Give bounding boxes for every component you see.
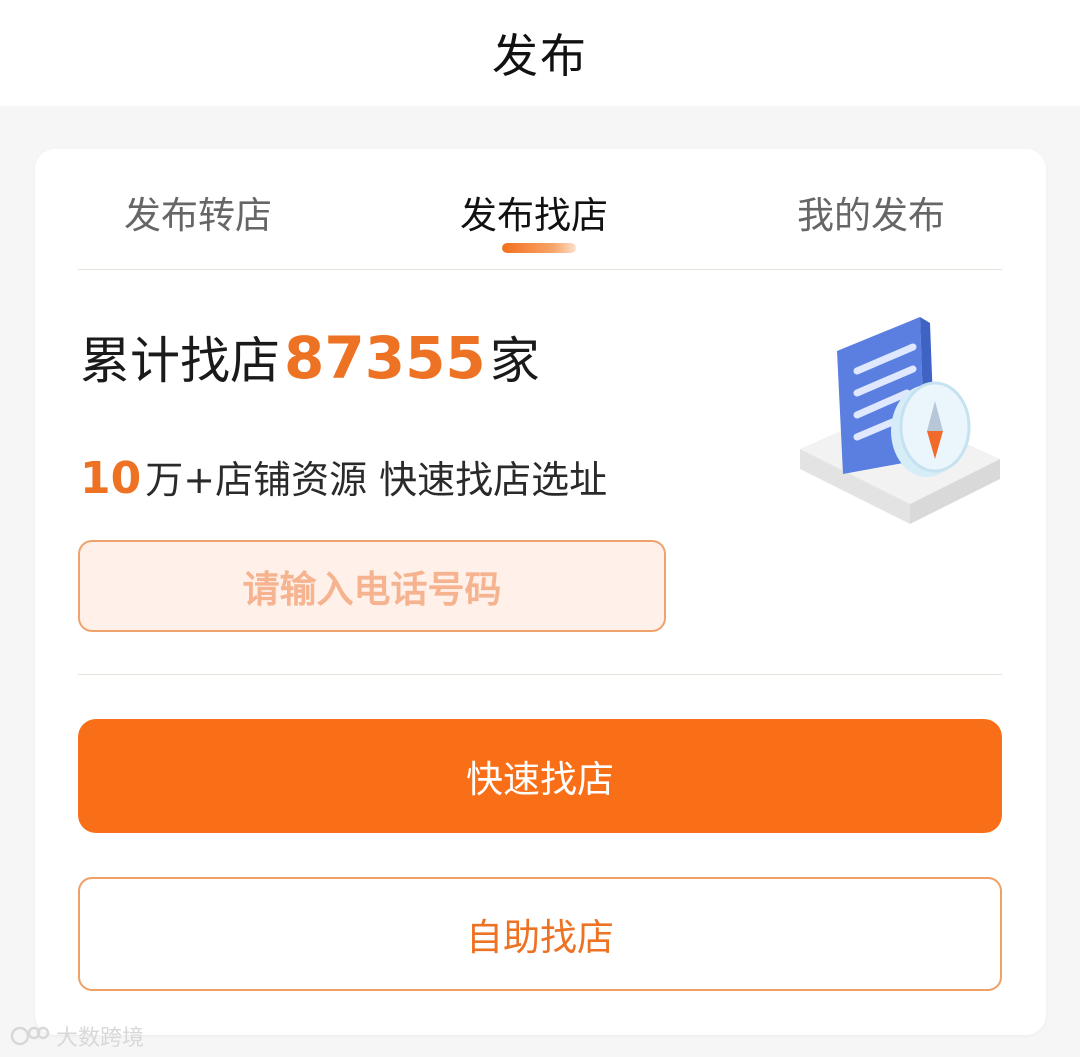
watermark: 大数跨境: [10, 1020, 144, 1052]
stats-suffix: 家: [489, 332, 540, 390]
stats-headline: 累计找店 87355 家: [80, 321, 540, 393]
document-compass-icon: [795, 309, 1005, 529]
tab-find-shop[interactable]: 发布找店: [460, 185, 608, 239]
phone-input[interactable]: 请输入电话号码: [78, 540, 666, 632]
stats-prefix: 累计找店: [80, 332, 280, 390]
tagline: 10 万+店铺资源 快速找店选址: [80, 449, 607, 504]
tagline-number: 10: [80, 453, 142, 504]
tab-transfer-shop[interactable]: 发布转店: [124, 185, 272, 239]
self-find-button[interactable]: 自助找店: [78, 877, 1002, 991]
tab-bar: 发布转店 发布找店 我的发布: [78, 149, 1002, 270]
watermark-logo-icon: [10, 1026, 50, 1046]
tab-my-posts[interactable]: 我的发布: [797, 185, 945, 239]
section-divider: [78, 674, 1002, 675]
stats-count: 87355: [284, 324, 486, 392]
watermark-text: 大数跨境: [56, 1026, 145, 1051]
page-title: 发布: [492, 29, 588, 83]
quick-find-button[interactable]: 快速找店: [78, 719, 1002, 833]
publish-card: 发布转店 发布找店 我的发布 累计找店 87355 家 10 万+店铺资源 快速…: [35, 149, 1046, 1035]
top-bar: 发布: [0, 0, 1080, 106]
active-tab-indicator: [502, 243, 576, 253]
tagline-text: 万+店铺资源 快速找店选址: [145, 458, 608, 502]
